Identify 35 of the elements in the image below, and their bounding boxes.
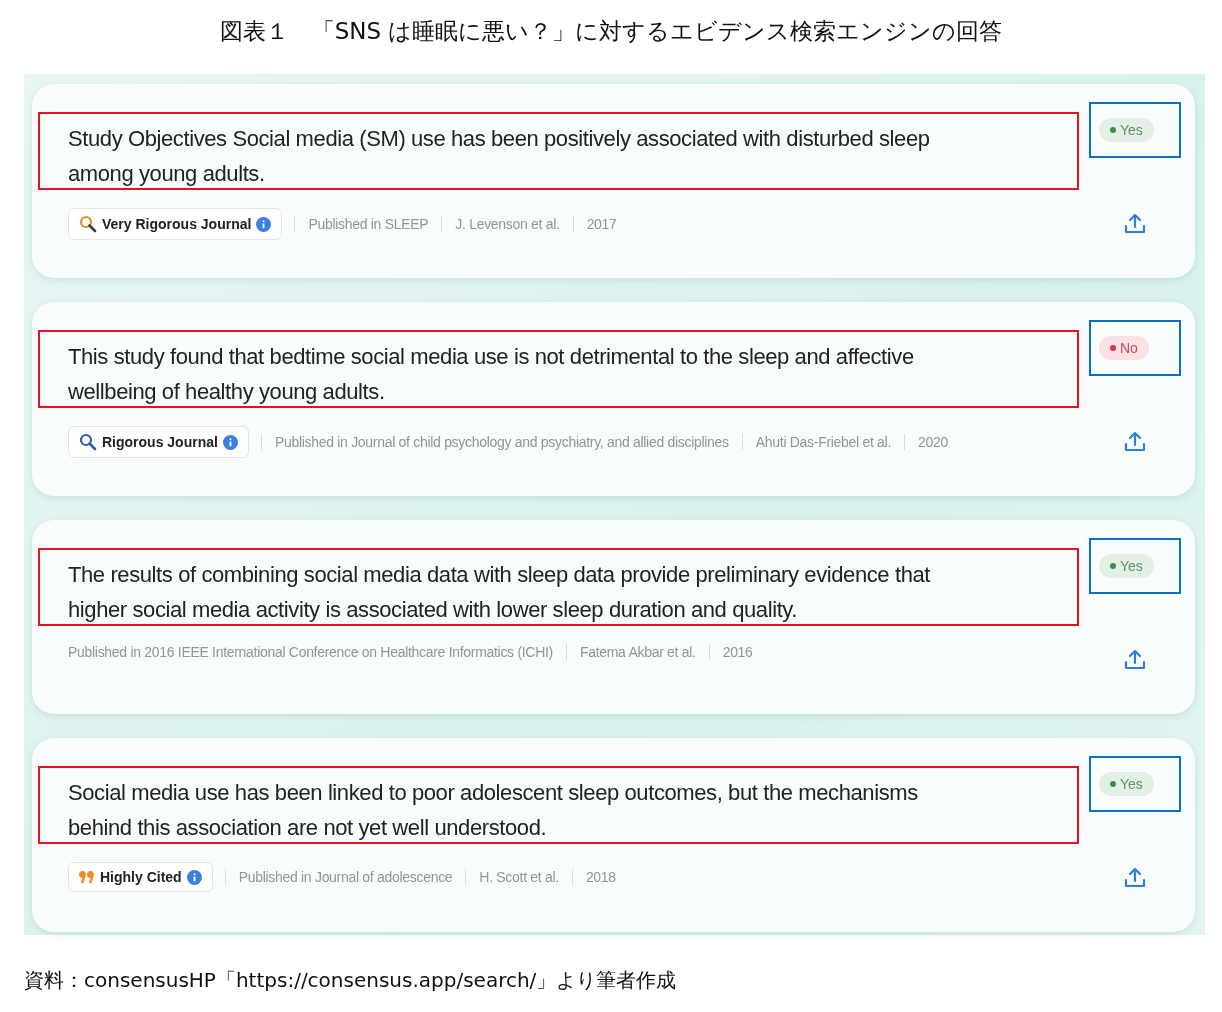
figure-title: 図表１ 「SNS は睡眠に悪い？」に対するエビデンス検索エンジンの回答 <box>218 17 1004 46</box>
meta-text: Published in SLEEP <box>294 216 442 232</box>
meta-text: 2020 <box>904 434 961 450</box>
info-icon <box>222 434 238 450</box>
journal-tag[interactable]: Rigorous Journal <box>68 426 249 458</box>
meta-text: Ahuti Das-Friebel et al. <box>741 434 904 450</box>
meta-text: Fatema Akbar et al. <box>565 644 709 660</box>
info-icon <box>256 216 272 232</box>
verdict-tag: Yes <box>1099 772 1154 796</box>
verdict-tag: No <box>1099 336 1149 360</box>
claim-text: Study Objectives Social media (SM) use has been positively associated with disturbed sleep among young adults. <box>68 125 931 188</box>
claim-text: Social media use has been linked to poor adolescent sleep outcomes, but the mechanisms behind this association are not yet well understood. <box>68 779 919 842</box>
claim-text: This study found that bedtime social media use is not detrimental to the sleep and affective wellbeing of healthy young adults. <box>68 343 915 406</box>
meta-text: Published in Journal of adolescence <box>224 869 466 885</box>
share-icon[interactable] <box>1123 430 1147 454</box>
meta-text: 2017 <box>572 216 630 232</box>
share-icon[interactable] <box>1123 648 1147 672</box>
quote-icon <box>79 871 95 883</box>
meta-text: 2018 <box>571 869 629 885</box>
share-icon[interactable] <box>1123 212 1147 236</box>
meta-text: Published in 2016 IEEE International Conference on Healthcare Informatics (ICHI) <box>68 644 554 660</box>
share-icon[interactable] <box>1123 866 1147 890</box>
source-note: 資料：consensusHP「https://consensus.app/search/」より筆者作成 <box>23 967 678 994</box>
meta-text: 2016 <box>708 644 766 660</box>
meta-text: H. Scott et al. <box>465 869 572 885</box>
verdict-tag: Yes <box>1099 118 1154 142</box>
magnifier-icon <box>79 215 97 233</box>
journal-tag[interactable]: Very Rigorous Journal <box>68 208 283 240</box>
claim-text: The results of combining social media data with sleep data provide preliminary evidence that higher social media activity is associated with lower sleep duration and quality. <box>68 561 932 624</box>
meta-text: Published in Journal of child psychology and psychiatry, and allied disciplines <box>260 434 742 450</box>
journal-tag[interactable]: Highly Cited <box>68 862 213 892</box>
meta-text: J. Levenson et al. <box>441 216 573 232</box>
info-icon <box>186 869 202 885</box>
magnifier-icon <box>79 433 97 451</box>
verdict-tag: Yes <box>1099 554 1154 578</box>
